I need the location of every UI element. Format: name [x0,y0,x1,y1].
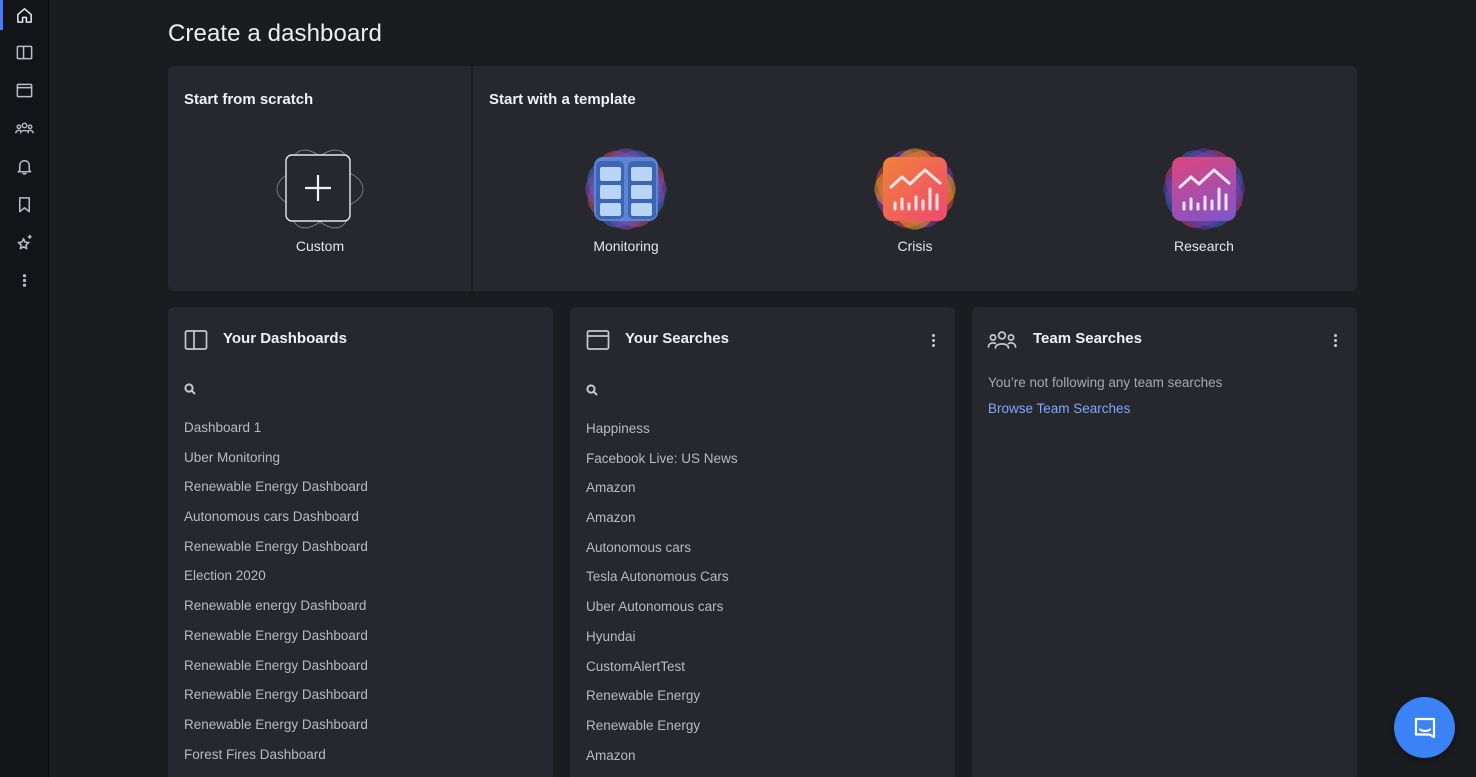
dashboard-item[interactable]: Autonomous cars Dashboard [184,509,368,539]
dashboard-item[interactable]: Forest Fires Dashboard [184,747,368,777]
search-item[interactable]: Renewable Energy [586,688,738,718]
nav-more[interactable] [0,265,49,295]
crisis-chart-icon [866,140,964,238]
dashboards-list: Dashboard 1 Uber Monitoring Renewable En… [184,420,368,776]
your-searches-panel: Your Searches Happiness Facebook Live: U… [570,307,955,777]
dashboard-item[interactable]: Renewable Energy Dashboard [184,717,368,747]
dashboard-item[interactable]: Renewable Energy Dashboard [184,479,368,509]
searches-more-menu[interactable] [925,331,941,349]
dashboard-item[interactable]: Renewable Energy Dashboard [184,539,368,569]
search-icon [586,384,598,396]
searches-list: Happiness Facebook Live: US News Amazon … [586,421,738,777]
home-icon [17,7,32,23]
team-icon [987,329,1017,351]
template-monitoring[interactable]: Monitoring [566,140,686,254]
search-icon [184,383,196,395]
searches-icon [16,83,33,97]
more-vertical-icon [22,273,27,287]
nav-home[interactable] [0,0,49,30]
divider [471,66,473,291]
search-item[interactable]: Happiness [586,421,738,451]
custom-plus-icon [275,144,365,234]
dashboard-item[interactable]: Renewable Energy Dashboard [184,628,368,658]
dashboard-item[interactable]: Renewable Energy Dashboard [184,687,368,717]
panel-title: Your Dashboards [223,330,347,347]
template-monitoring-label: Monitoring [593,238,659,254]
dashboard-item[interactable]: Election 2020 [184,568,368,598]
search-item[interactable]: Renewable Energy [586,718,738,748]
search-item[interactable]: Uber Autonomous cars [586,599,738,629]
template-crisis[interactable]: Crisis [855,140,975,254]
nav-insights[interactable] [0,227,49,257]
page-title: Create a dashboard [168,20,382,47]
dashboards-icon [184,329,208,351]
template-research-label: Research [1174,238,1234,254]
panel-title: Team Searches [1033,330,1142,347]
research-chart-icon [1155,140,1253,238]
create-options-card: Start from scratch Start with a template… [168,66,1357,291]
template-heading: Start with a template [489,91,636,108]
left-sidebar [0,0,49,777]
dashboard-item[interactable]: Renewable energy Dashboard [184,598,368,628]
custom-label: Custom [295,238,345,254]
dashboards-icon [16,45,33,59]
bell-icon [17,159,32,175]
panel-title: Your Searches [625,330,729,347]
searches-search-input[interactable] [586,383,926,401]
nav-searches[interactable] [0,75,49,105]
searches-icon [586,329,610,351]
dashboard-item[interactable]: Uber Monitoring [184,450,368,480]
sparkle-star-icon [17,234,32,249]
nav-bookmarks[interactable] [0,189,49,219]
nav-team[interactable] [0,113,49,143]
dashboards-search-input[interactable] [184,382,524,400]
search-item[interactable]: Tesla Autonomous Cars [586,569,738,599]
search-item[interactable]: Amazon [586,480,738,510]
team-more-menu[interactable] [1327,331,1343,349]
your-dashboards-panel: Your Dashboards Dashboard 1 Uber Monitor… [168,307,553,777]
monitoring-icon [577,140,675,238]
chat-bubble-icon [1414,717,1435,738]
dashboard-item[interactable]: Renewable Energy Dashboard [184,658,368,688]
search-item[interactable]: Amazon [586,510,738,540]
search-item[interactable]: Facebook Live: US News [586,451,738,481]
nav-alerts[interactable] [0,151,49,181]
search-item[interactable]: Amazon [586,748,738,777]
team-searches-panel: Team Searches You’re not following any t… [972,307,1357,777]
custom-option[interactable]: Custom [260,144,380,254]
search-item[interactable]: CustomAlertTest [586,659,738,689]
empty-state-message: You’re not following any team searches [988,375,1223,390]
search-item[interactable]: Hyundai [586,629,738,659]
nav-dashboards[interactable] [0,37,49,67]
search-item[interactable]: Autonomous cars [586,540,738,570]
template-crisis-label: Crisis [897,238,933,254]
team-icon [15,122,34,134]
dashboard-item[interactable]: Dashboard 1 [184,420,368,450]
browse-team-searches-link[interactable]: Browse Team Searches [988,401,1130,416]
app-root: Create a dashboard Start from scratch St… [0,0,1476,777]
scratch-heading: Start from scratch [184,91,314,108]
bookmark-icon [18,196,31,212]
chat-launcher-button[interactable] [1394,697,1455,758]
template-research[interactable]: Research [1144,140,1264,254]
